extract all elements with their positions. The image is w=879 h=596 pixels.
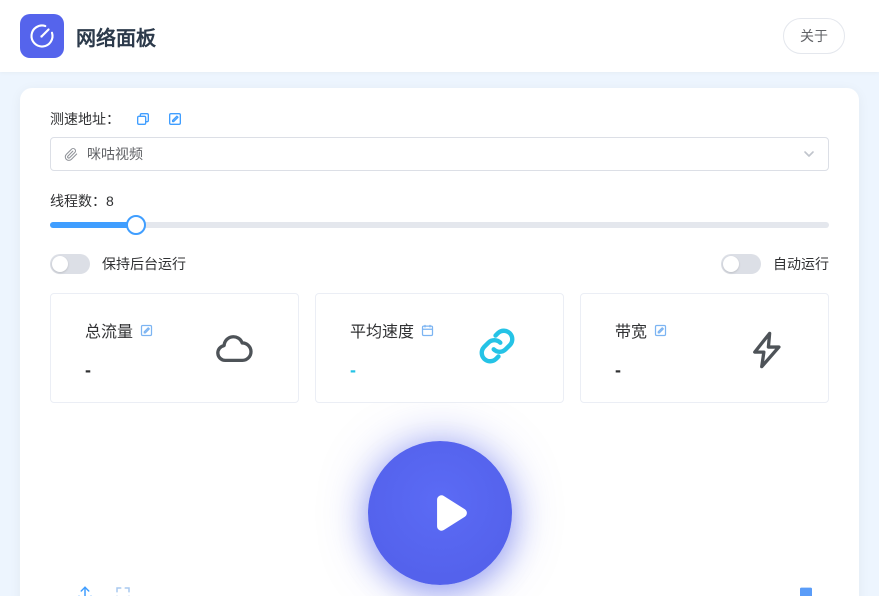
play-icon <box>407 485 473 541</box>
auto-run-switch[interactable] <box>721 254 761 274</box>
stat-label: 带宽 <box>615 318 647 342</box>
copy-icon[interactable] <box>134 110 152 128</box>
switch-knob <box>52 256 68 272</box>
stat-card-bandwidth: 带宽 - <box>580 293 829 403</box>
speed-test-url-select[interactable]: 咪咕视频 <box>50 137 829 171</box>
page-title: 网络面板 <box>76 22 156 51</box>
toggle-row: 保持后台运行 自动运行 <box>50 253 829 275</box>
keep-background-switch[interactable] <box>50 254 90 274</box>
stats-row: 总流量 - 平均速度 <box>50 293 829 403</box>
thread-count-value: 8 <box>106 193 114 209</box>
stat-label: 总流量 <box>85 318 133 342</box>
switch-knob <box>723 256 739 272</box>
bottom-toolbar <box>50 585 829 596</box>
stat-label: 平均速度 <box>350 318 414 342</box>
speedometer-icon <box>28 22 56 50</box>
message-icon[interactable] <box>798 585 814 596</box>
lightning-icon <box>746 328 788 377</box>
thread-count-slider[interactable] <box>50 215 829 235</box>
stat-card-total-traffic: 总流量 - <box>50 293 299 403</box>
edit-icon[interactable] <box>166 110 184 128</box>
speed-test-address-label: 测速地址： <box>50 109 120 129</box>
play-button-area <box>50 441 829 585</box>
app-header: 网络面板 关于 <box>0 0 879 72</box>
stat-card-average-speed: 平均速度 - <box>315 293 564 403</box>
slider-thumb[interactable] <box>126 215 146 235</box>
auto-run-toggle-group: 自动运行 <box>721 254 829 274</box>
chevron-down-icon <box>802 147 816 161</box>
link-icon <box>475 324 519 373</box>
edit-icon[interactable] <box>139 323 154 338</box>
paperclip-icon <box>63 146 79 162</box>
slider-fill <box>50 222 136 228</box>
thread-count-label: 线程数：8 <box>50 191 829 211</box>
calendar-icon[interactable] <box>420 323 435 338</box>
keep-background-toggle-group: 保持后台运行 <box>50 254 186 274</box>
selected-option-label: 咪咕视频 <box>87 144 143 164</box>
app-logo <box>20 14 64 58</box>
cloud-icon <box>210 328 258 375</box>
fullscreen-icon[interactable] <box>114 585 132 596</box>
start-test-button[interactable] <box>368 441 512 585</box>
slider-track[interactable] <box>50 222 829 228</box>
share-icon[interactable] <box>76 585 94 596</box>
main-panel: 测速地址： 咪咕视频 线程数：8 <box>20 88 859 596</box>
edit-icon[interactable] <box>653 323 668 338</box>
about-button[interactable]: 关于 <box>783 18 845 54</box>
speed-test-address-row: 测速地址： <box>50 109 829 129</box>
auto-run-label: 自动运行 <box>773 254 829 274</box>
keep-background-label: 保持后台运行 <box>102 254 186 274</box>
thread-count-prefix: 线程数： <box>50 193 106 209</box>
